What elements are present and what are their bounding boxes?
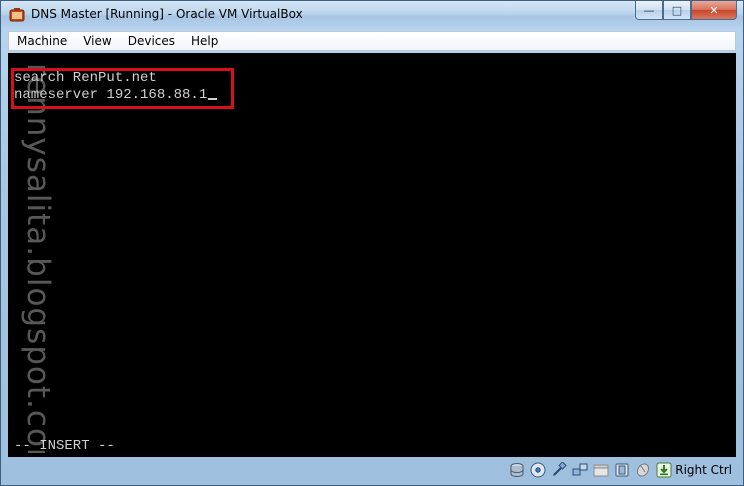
mouse-integration-icon[interactable] xyxy=(634,462,651,479)
maximize-button[interactable]: □ xyxy=(663,1,691,20)
watermark-text: rennysalita.blogspot.com xyxy=(20,63,56,453)
minimize-icon: — xyxy=(643,3,655,17)
minimize-button[interactable]: — xyxy=(635,1,663,20)
usb-icon[interactable] xyxy=(550,462,567,479)
vm-screen[interactable]: rennysalita.blogspot.com search RenPut.n… xyxy=(8,53,736,457)
watermark: rennysalita.blogspot.com xyxy=(18,63,58,453)
shared-folders-icon[interactable] xyxy=(592,462,609,479)
network-icon[interactable] xyxy=(571,462,588,479)
close-button[interactable]: ✕ xyxy=(691,1,737,20)
optical-drive-icon[interactable] xyxy=(529,462,546,479)
hard-disk-icon[interactable] xyxy=(508,462,525,479)
menu-view[interactable]: View xyxy=(75,32,119,50)
virtualbox-window: DNS Master [Running] - Oracle VM Virtual… xyxy=(0,0,744,486)
display-icon[interactable] xyxy=(613,462,630,479)
maximize-icon: □ xyxy=(671,3,683,17)
status-bar: Right Ctrl xyxy=(8,459,736,481)
menu-machine[interactable]: Machine xyxy=(9,32,75,50)
caption-buttons: — □ ✕ xyxy=(635,1,737,21)
host-key-arrow-icon[interactable] xyxy=(655,462,672,479)
host-key-label: Right Ctrl xyxy=(675,463,732,477)
title-bar[interactable]: DNS Master [Running] - Oracle VM Virtual… xyxy=(1,1,743,29)
highlight-box xyxy=(11,68,234,109)
window-title: DNS Master [Running] - Oracle VM Virtual… xyxy=(31,7,303,21)
vim-mode-line: -- INSERT -- xyxy=(14,438,115,454)
menu-bar: Machine View Devices Help xyxy=(8,31,736,51)
virtualbox-app-icon xyxy=(9,8,25,22)
close-icon: ✕ xyxy=(709,3,719,17)
menu-help[interactable]: Help xyxy=(183,32,226,50)
menu-devices[interactable]: Devices xyxy=(120,32,183,50)
